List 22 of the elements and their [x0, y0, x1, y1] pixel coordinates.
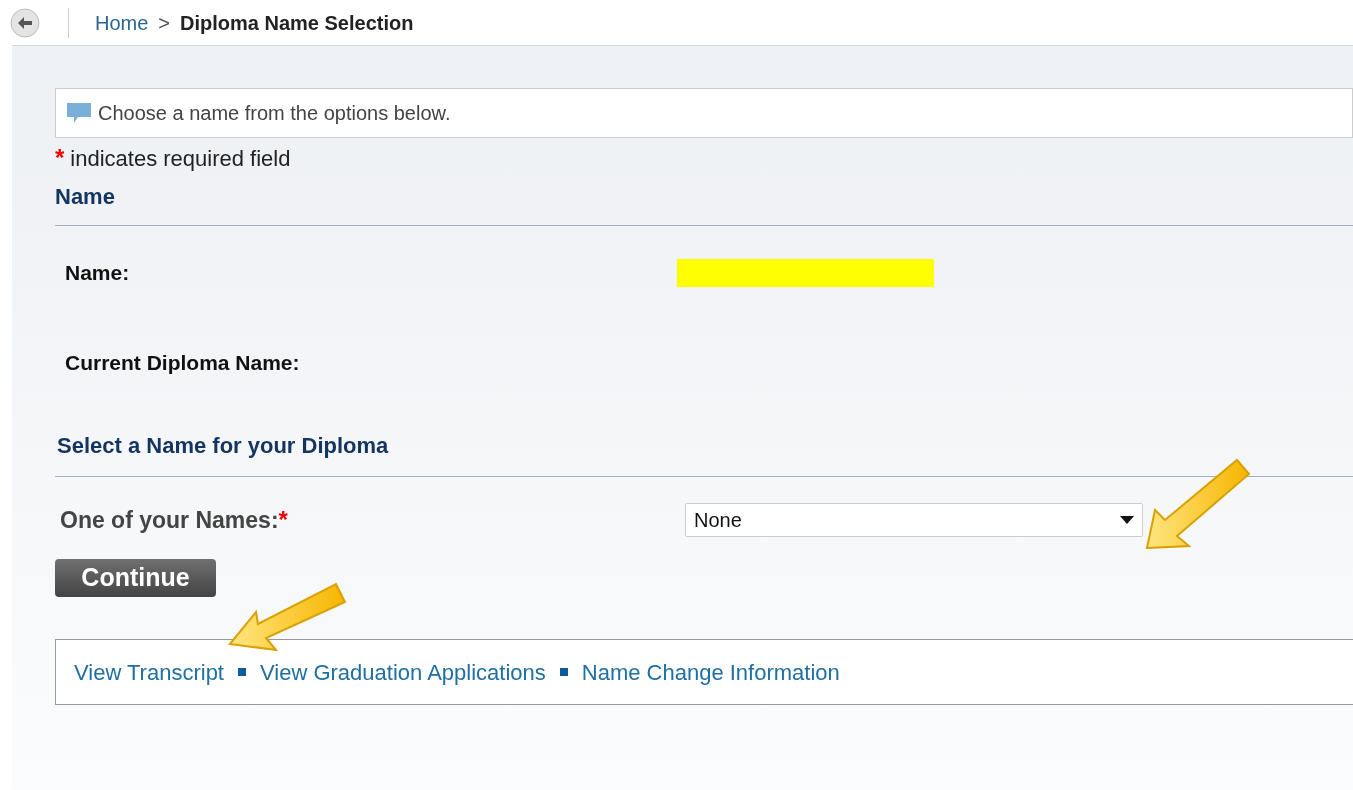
footer-link[interactable]: Name Change Information	[581, 655, 840, 689]
footer-link[interactable]: View Transcript	[74, 655, 224, 689]
required-note: indicates required field	[70, 144, 291, 173]
required-asterisk: *	[55, 143, 65, 173]
dropdown-caret-icon	[1120, 516, 1134, 524]
section-heading: Name	[55, 183, 115, 211]
bullet-icon	[559, 668, 568, 676]
field-label: Current Diploma Name:	[64, 349, 301, 376]
field-label: One of your Names:	[60, 505, 279, 535]
names-dropdown[interactable]: None	[685, 503, 1143, 537]
field-label: Name:	[64, 260, 131, 287]
continue-button[interactable]: Continue	[55, 559, 216, 597]
home-link[interactable]: Home	[95, 7, 149, 38]
page-title: Diploma Name Selection	[180, 10, 414, 36]
speech-bubble-icon	[66, 102, 92, 124]
section-heading: Select a Name for your Diploma	[57, 432, 389, 460]
bullet-icon	[238, 668, 246, 676]
breadcrumb-separator: >	[158, 10, 171, 36]
back-icon[interactable]	[10, 7, 40, 38]
info-message: Choose a name from the options below.	[98, 101, 451, 126]
footer-link[interactable]: View Graduation Applications	[260, 655, 546, 689]
required-asterisk: *	[278, 505, 288, 535]
